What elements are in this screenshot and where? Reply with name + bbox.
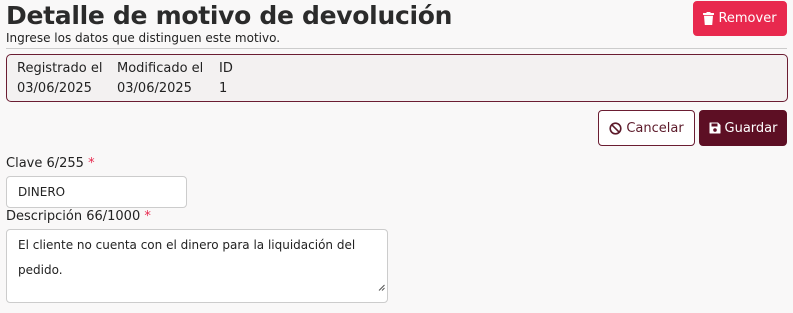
id-label: ID xyxy=(219,61,233,76)
page: Detalle de motivo de devolución Ingrese … xyxy=(0,0,793,313)
cancel-button[interactable]: Cancelar xyxy=(598,110,695,146)
modified-label: Modificado el xyxy=(117,61,204,76)
page-title: Detalle de motivo de devolución xyxy=(6,1,453,30)
clave-required-mark: * xyxy=(88,156,95,171)
cancel-button-label: Cancelar xyxy=(626,120,684,136)
clave-label: Clave 6/255 * xyxy=(6,156,95,171)
remove-button-label: Remover xyxy=(718,11,777,26)
floppy-disk-icon xyxy=(709,122,721,134)
remove-button[interactable]: Remover xyxy=(693,1,787,36)
id-value: 1 xyxy=(219,81,228,96)
ban-icon xyxy=(609,121,622,135)
descripcion-label: Descripción 66/1000 * xyxy=(6,209,151,224)
page-subtitle: Ingrese los datos que distinguen este mo… xyxy=(6,31,281,45)
descripcion-required-mark: * xyxy=(144,209,151,224)
clave-label-text: Clave 6/255 xyxy=(6,156,84,171)
save-button-label: Guardar xyxy=(724,120,778,136)
registered-label: Registrado el xyxy=(17,61,103,76)
descripcion-textarea[interactable]: El cliente no cuenta con el dinero para … xyxy=(6,229,388,303)
clave-input-value: DINERO xyxy=(18,185,66,199)
descripcion-textarea-value: El cliente no cuenta con el dinero para … xyxy=(18,238,356,277)
id-info: ID 1 xyxy=(219,61,233,96)
trash-icon xyxy=(703,12,715,25)
resize-grip-icon[interactable] xyxy=(378,275,385,300)
save-button[interactable]: Guardar xyxy=(699,110,787,146)
metadata-panel: Registrado el 03/06/2025 Modificado el 0… xyxy=(6,54,788,102)
modified-info: Modificado el 03/06/2025 xyxy=(117,61,203,96)
modified-value: 03/06/2025 xyxy=(117,81,192,96)
clave-input[interactable]: DINERO xyxy=(6,176,187,208)
registered-info: Registrado el 03/06/2025 xyxy=(17,61,102,96)
registered-value: 03/06/2025 xyxy=(17,81,92,96)
descripcion-label-text: Descripción 66/1000 xyxy=(6,209,141,224)
header-divider xyxy=(6,48,787,49)
